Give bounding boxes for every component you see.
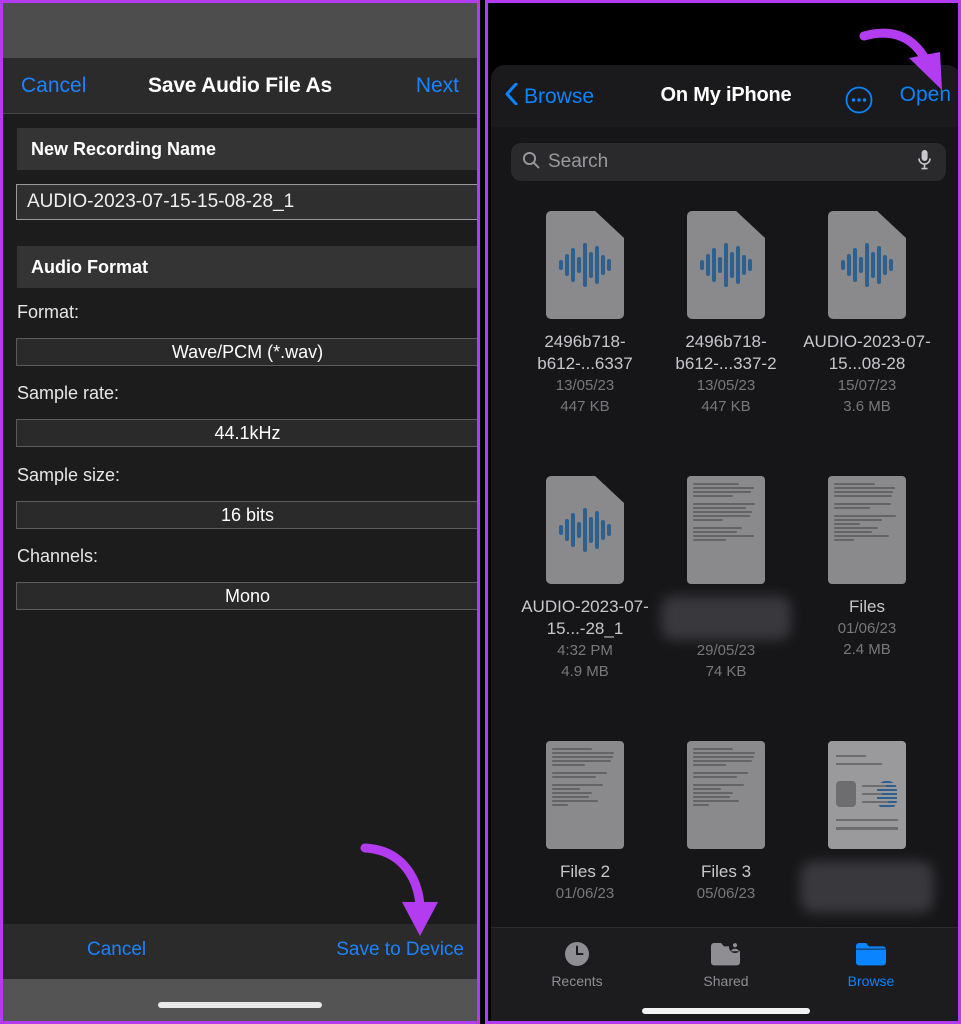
file-item[interactable]: Files 3 05/06/23 <box>648 735 804 904</box>
audio-file-icon <box>687 205 765 325</box>
file-name: AUDIO-2023-07-15...-28_1 <box>521 597 649 638</box>
open-button[interactable]: Open <box>900 83 951 107</box>
file-name: 2496b718-b612-...337-2 <box>675 332 777 373</box>
recording-name-input[interactable]: AUDIO-2023-07-15-15-08-28_1 <box>16 184 477 220</box>
audio-file-icon <box>546 205 624 325</box>
document-file-icon <box>687 735 765 855</box>
file-item[interactable] <box>789 735 945 913</box>
file-item[interactable]: Files 2 01/06/23 <box>507 735 663 904</box>
file-name-redacted <box>661 596 791 640</box>
footer-cancel-button[interactable]: Cancel <box>87 939 146 961</box>
file-name: AUDIO-2023-07-15...08-28 <box>803 332 931 373</box>
file-item[interactable]: AUDIO-2023-07-15...-28_1 4:32 PM 4.9 MB <box>507 470 663 682</box>
microphone-icon[interactable] <box>917 149 932 175</box>
search-input[interactable]: Search <box>511 143 946 181</box>
files-header: Browse On My iPhone Open <box>491 65 958 127</box>
file-item[interactable]: 2496b718-b612-...6337 13/05/23 447 KB <box>507 205 663 417</box>
tab-label: Browse <box>847 973 895 989</box>
tab-label: Recents <box>551 973 603 989</box>
file-size: 447 KB <box>701 398 751 415</box>
file-item[interactable]: AUDIO-2023-07-15...08-28 15/07/23 3.6 MB <box>789 205 945 417</box>
save-to-device-button[interactable]: Save to Device <box>336 939 464 961</box>
home-indicator-left[interactable] <box>158 1002 322 1008</box>
document-file-icon <box>687 470 765 590</box>
ellipsis-circle-icon[interactable] <box>845 86 873 114</box>
tab-browse[interactable]: Browse <box>811 939 931 989</box>
screenshot-root: Cancel Save Audio File As Next New Recor… <box>0 0 961 1024</box>
file-item[interactable]: 2496b718-b612-...337-2 13/05/23 447 KB <box>648 205 804 417</box>
file-date: 13/05/23 <box>696 377 756 394</box>
file-item[interactable]: 29/05/23 74 KB <box>648 470 804 682</box>
document-file-icon <box>546 735 624 855</box>
section-header-audio-format: Audio Format <box>17 246 477 288</box>
file-size: 3.6 MB <box>843 398 891 415</box>
label-channels: Channels: <box>17 546 99 566</box>
format-select[interactable]: Wave/PCM (*.wav) <box>16 338 477 366</box>
clock-icon <box>517 939 637 969</box>
file-size: 2.4 MB <box>843 641 891 658</box>
document-file-icon <box>828 470 906 590</box>
files-app-panel: Browse On My iPhone Open Search 2496b718… <box>485 0 961 1024</box>
file-date: 13/05/23 <box>555 377 615 394</box>
file-date: 05/06/23 <box>696 885 756 902</box>
home-indicator-area-left <box>3 979 477 1021</box>
file-date: 4:32 PM <box>557 642 613 659</box>
save-audio-file-dialog-panel: Cancel Save Audio File As Next New Recor… <box>0 0 480 1024</box>
header-cancel-button[interactable]: Cancel <box>21 74 86 98</box>
label-sample-size: Sample size: <box>17 465 121 485</box>
file-date: 29/05/23 <box>696 642 756 659</box>
audio-file-icon <box>546 470 624 590</box>
file-size: 4.9 MB <box>561 663 609 680</box>
tab-shared[interactable]: Shared <box>666 939 786 989</box>
dialog-footer: Cancel Save to Device <box>3 924 477 979</box>
idcard-file-icon <box>828 735 906 855</box>
file-grid: 2496b718-b612-...6337 13/05/23 447 KB 24… <box>491 205 958 965</box>
home-indicator-right[interactable] <box>642 1008 810 1014</box>
file-name-redacted <box>800 861 934 913</box>
folder-icon <box>811 939 931 969</box>
search-placeholder: Search <box>548 151 609 172</box>
file-name: 2496b718-b612-...6337 <box>537 332 633 373</box>
file-size: 74 KB <box>705 663 747 680</box>
header-next-button[interactable]: Next <box>416 74 459 98</box>
label-sample-rate: Sample rate: <box>17 383 120 403</box>
channels-select[interactable]: Mono <box>16 582 477 610</box>
section-header-new-recording-name: New Recording Name <box>17 128 477 170</box>
file-name: Files 2 <box>559 862 611 881</box>
file-name: Files <box>849 597 885 616</box>
tab-label: Shared <box>703 973 749 989</box>
files-sheet: Browse On My iPhone Open Search 2496b718… <box>491 65 958 1021</box>
file-size: 447 KB <box>560 398 610 415</box>
folder-person-icon <box>666 939 786 969</box>
audio-file-icon <box>828 205 906 325</box>
status-bar <box>3 3 477 58</box>
tab-recents[interactable]: Recents <box>517 939 637 989</box>
sample-rate-select[interactable]: 44.1kHz <box>16 419 477 447</box>
tab-bar: Recents Shared Browse <box>491 927 958 1021</box>
sample-size-select[interactable]: 16 bits <box>16 501 477 529</box>
label-format: Format: <box>17 302 80 322</box>
magnifier-icon <box>522 151 540 174</box>
file-date: 01/06/23 <box>555 885 615 902</box>
file-date: 15/07/23 <box>837 377 897 394</box>
file-item[interactable]: Files 01/06/23 2.4 MB <box>789 470 945 660</box>
file-date: 01/06/23 <box>837 620 897 637</box>
dialog-header: Cancel Save Audio File As Next <box>3 58 477 114</box>
file-name: Files 3 <box>700 862 752 881</box>
files-page-title: On My iPhone <box>660 84 792 106</box>
